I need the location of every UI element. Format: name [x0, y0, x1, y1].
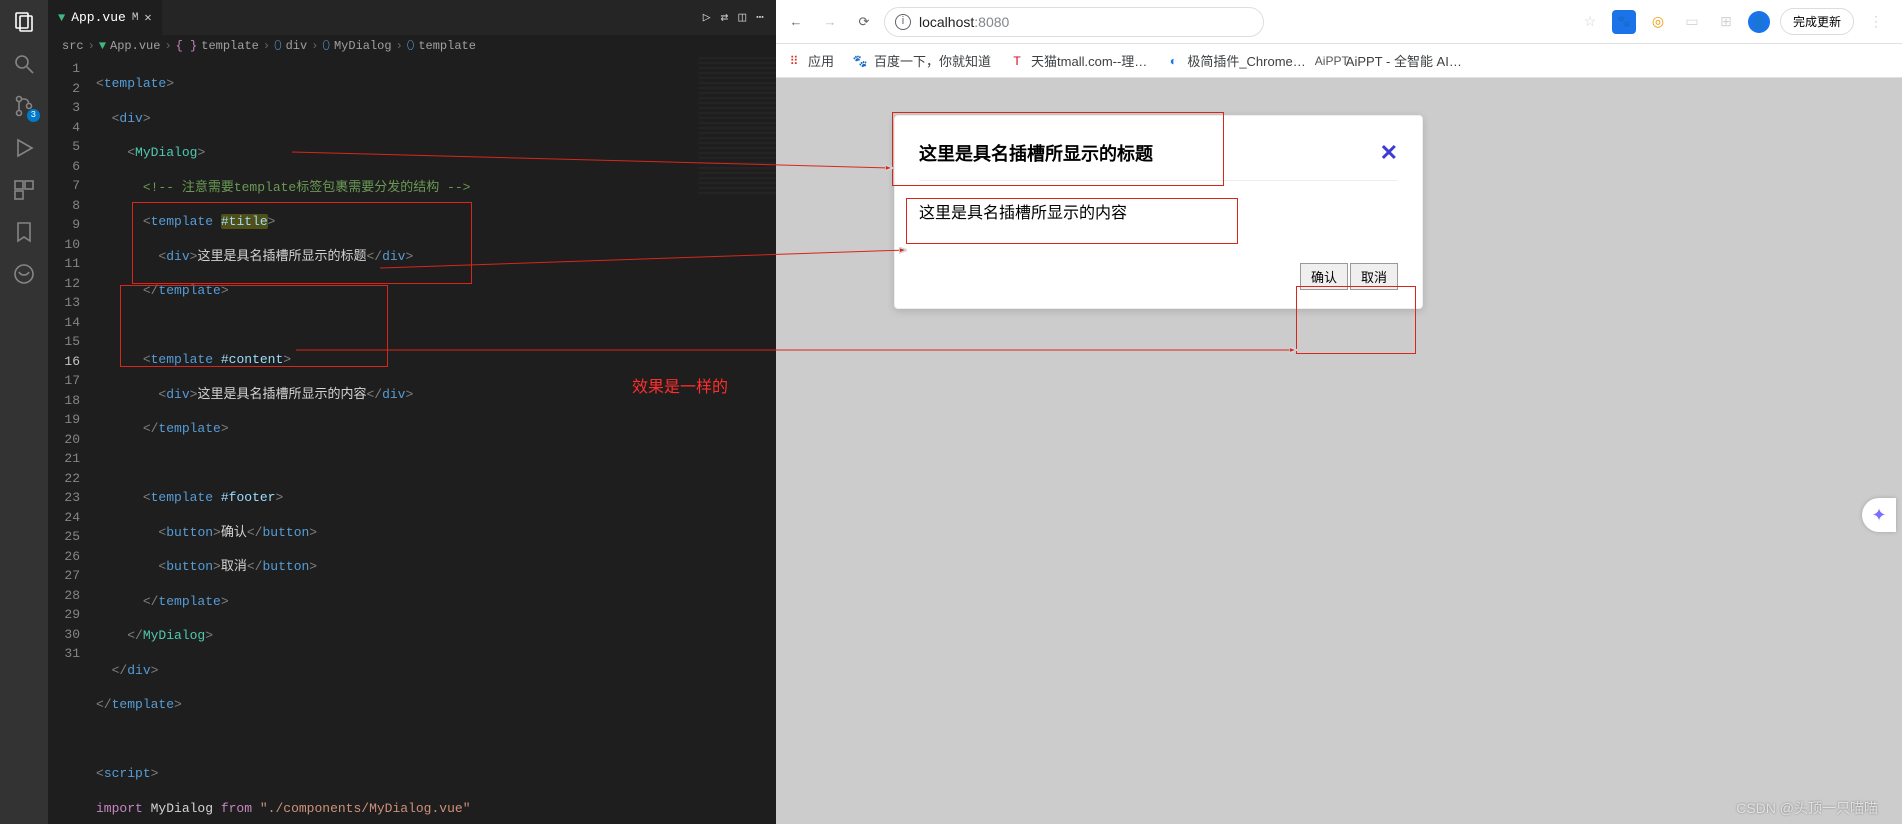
star-icon[interactable]: ☆	[1578, 10, 1602, 34]
editor-actions: ▷ ⇄ ◫ ⋯	[703, 0, 776, 35]
update-button[interactable]: 完成更新	[1780, 8, 1854, 35]
watermark: CSDN @头顶一只喵喵	[1736, 798, 1878, 818]
scm-badge: 3	[27, 109, 40, 122]
back-icon[interactable]: ←	[782, 8, 810, 36]
run-debug-icon[interactable]	[10, 134, 38, 162]
url-host: localhost	[919, 14, 974, 30]
bookmark-icon[interactable]	[10, 218, 38, 246]
forward-icon[interactable]: →	[816, 8, 844, 36]
activity-bar: 3	[0, 0, 48, 824]
browser: ← → ⟳ i localhost:8080 ☆ 🐾 ◎ ▭ ⊞ 👤 完成更新 …	[776, 0, 1902, 824]
site-info-icon[interactable]: i	[895, 14, 911, 30]
run-icon[interactable]: ▷	[703, 10, 711, 25]
diff-icon[interactable]: ⇄	[721, 10, 729, 25]
extensions-icon[interactable]	[10, 176, 38, 204]
search-icon[interactable]	[10, 50, 38, 78]
url-port: :8080	[974, 14, 1009, 30]
code-lines[interactable]: <template> <div> <MyDialog> <!-- 注意需要tem…	[96, 57, 776, 824]
assistant-sparkle-icon[interactable]: ✦	[1862, 498, 1896, 532]
tab-app-vue[interactable]: ▼ App.vue M ✕	[48, 0, 163, 35]
menu-icon[interactable]: ⋮	[1864, 10, 1888, 34]
dialog-title: 这里是具名插槽所显示的标题	[919, 140, 1153, 166]
dialog-footer: 确认 取消	[919, 263, 1398, 290]
page-viewport: 这里是具名插槽所显示的标题 ✕ 这里是具名插槽所显示的内容 确认 取消 ✦ CS…	[776, 78, 1902, 824]
reload-icon[interactable]: ⟳	[850, 8, 878, 36]
tab-modified-indicator: M	[132, 12, 139, 24]
address-bar: ← → ⟳ i localhost:8080 ☆ 🐾 ◎ ▭ ⊞ 👤 完成更新 …	[776, 0, 1902, 44]
close-icon[interactable]: ✕	[144, 10, 151, 25]
line-gutter: 1234567891011121314151617181920212223242…	[48, 57, 96, 824]
breadcrumb[interactable]: src› ▼App.vue› { }template› ⬯div› ⬯MyDia…	[48, 35, 776, 57]
omnibox[interactable]: i localhost:8080	[884, 7, 1264, 37]
bookmark-item[interactable]: AiPPTAiPPT - 全智能 AI…	[1324, 51, 1462, 70]
tab-filename: App.vue	[71, 10, 126, 25]
bookmark-item[interactable]: T天猫tmall.com--理…	[1009, 51, 1147, 70]
cancel-button[interactable]: 取消	[1350, 263, 1398, 290]
bookmark-item[interactable]: ⠿应用	[786, 51, 834, 70]
ext2-icon[interactable]: ◎	[1646, 10, 1670, 34]
ok-button[interactable]: 确认	[1300, 263, 1348, 290]
reading-list-icon[interactable]: ▭	[1680, 10, 1704, 34]
more-icon[interactable]: ⋯	[756, 10, 764, 25]
minimap[interactable]	[698, 57, 776, 197]
bookmark-item[interactable]: ◐极简插件_Chrome…	[1165, 51, 1305, 70]
annotation-label: 效果是一样的	[632, 373, 728, 397]
code-area[interactable]: 1234567891011121314151617181920212223242…	[48, 57, 776, 824]
dialog: 这里是具名插槽所显示的标题 ✕ 这里是具名插槽所显示的内容 确认 取消	[894, 115, 1423, 309]
dialog-content: 这里是具名插槽所显示的内容	[919, 181, 1398, 263]
split-icon[interactable]: ◫	[738, 10, 746, 25]
meeting-icon[interactable]	[10, 260, 38, 288]
dialog-close-icon[interactable]: ✕	[1380, 140, 1398, 166]
bookmark-item[interactable]: 🐾百度一下，你就知道	[852, 51, 991, 70]
tab-bar: ▼ App.vue M ✕ ▷ ⇄ ◫ ⋯	[48, 0, 776, 35]
extensions-puzzle-icon[interactable]: ⊞	[1714, 10, 1738, 34]
source-control-icon[interactable]: 3	[10, 92, 38, 120]
bookmark-bar: ⠿应用 🐾百度一下，你就知道 T天猫tmall.com--理… ◐极简插件_Chrom…	[776, 44, 1902, 78]
profile-icon[interactable]: 👤	[1748, 11, 1770, 33]
vue-icon: ▼	[58, 11, 65, 25]
editor: ▼ App.vue M ✕ ▷ ⇄ ◫ ⋯ src› ▼App.vue› { }…	[48, 0, 776, 824]
explorer-icon[interactable]	[10, 8, 38, 36]
ext1-icon[interactable]: 🐾	[1612, 10, 1636, 34]
